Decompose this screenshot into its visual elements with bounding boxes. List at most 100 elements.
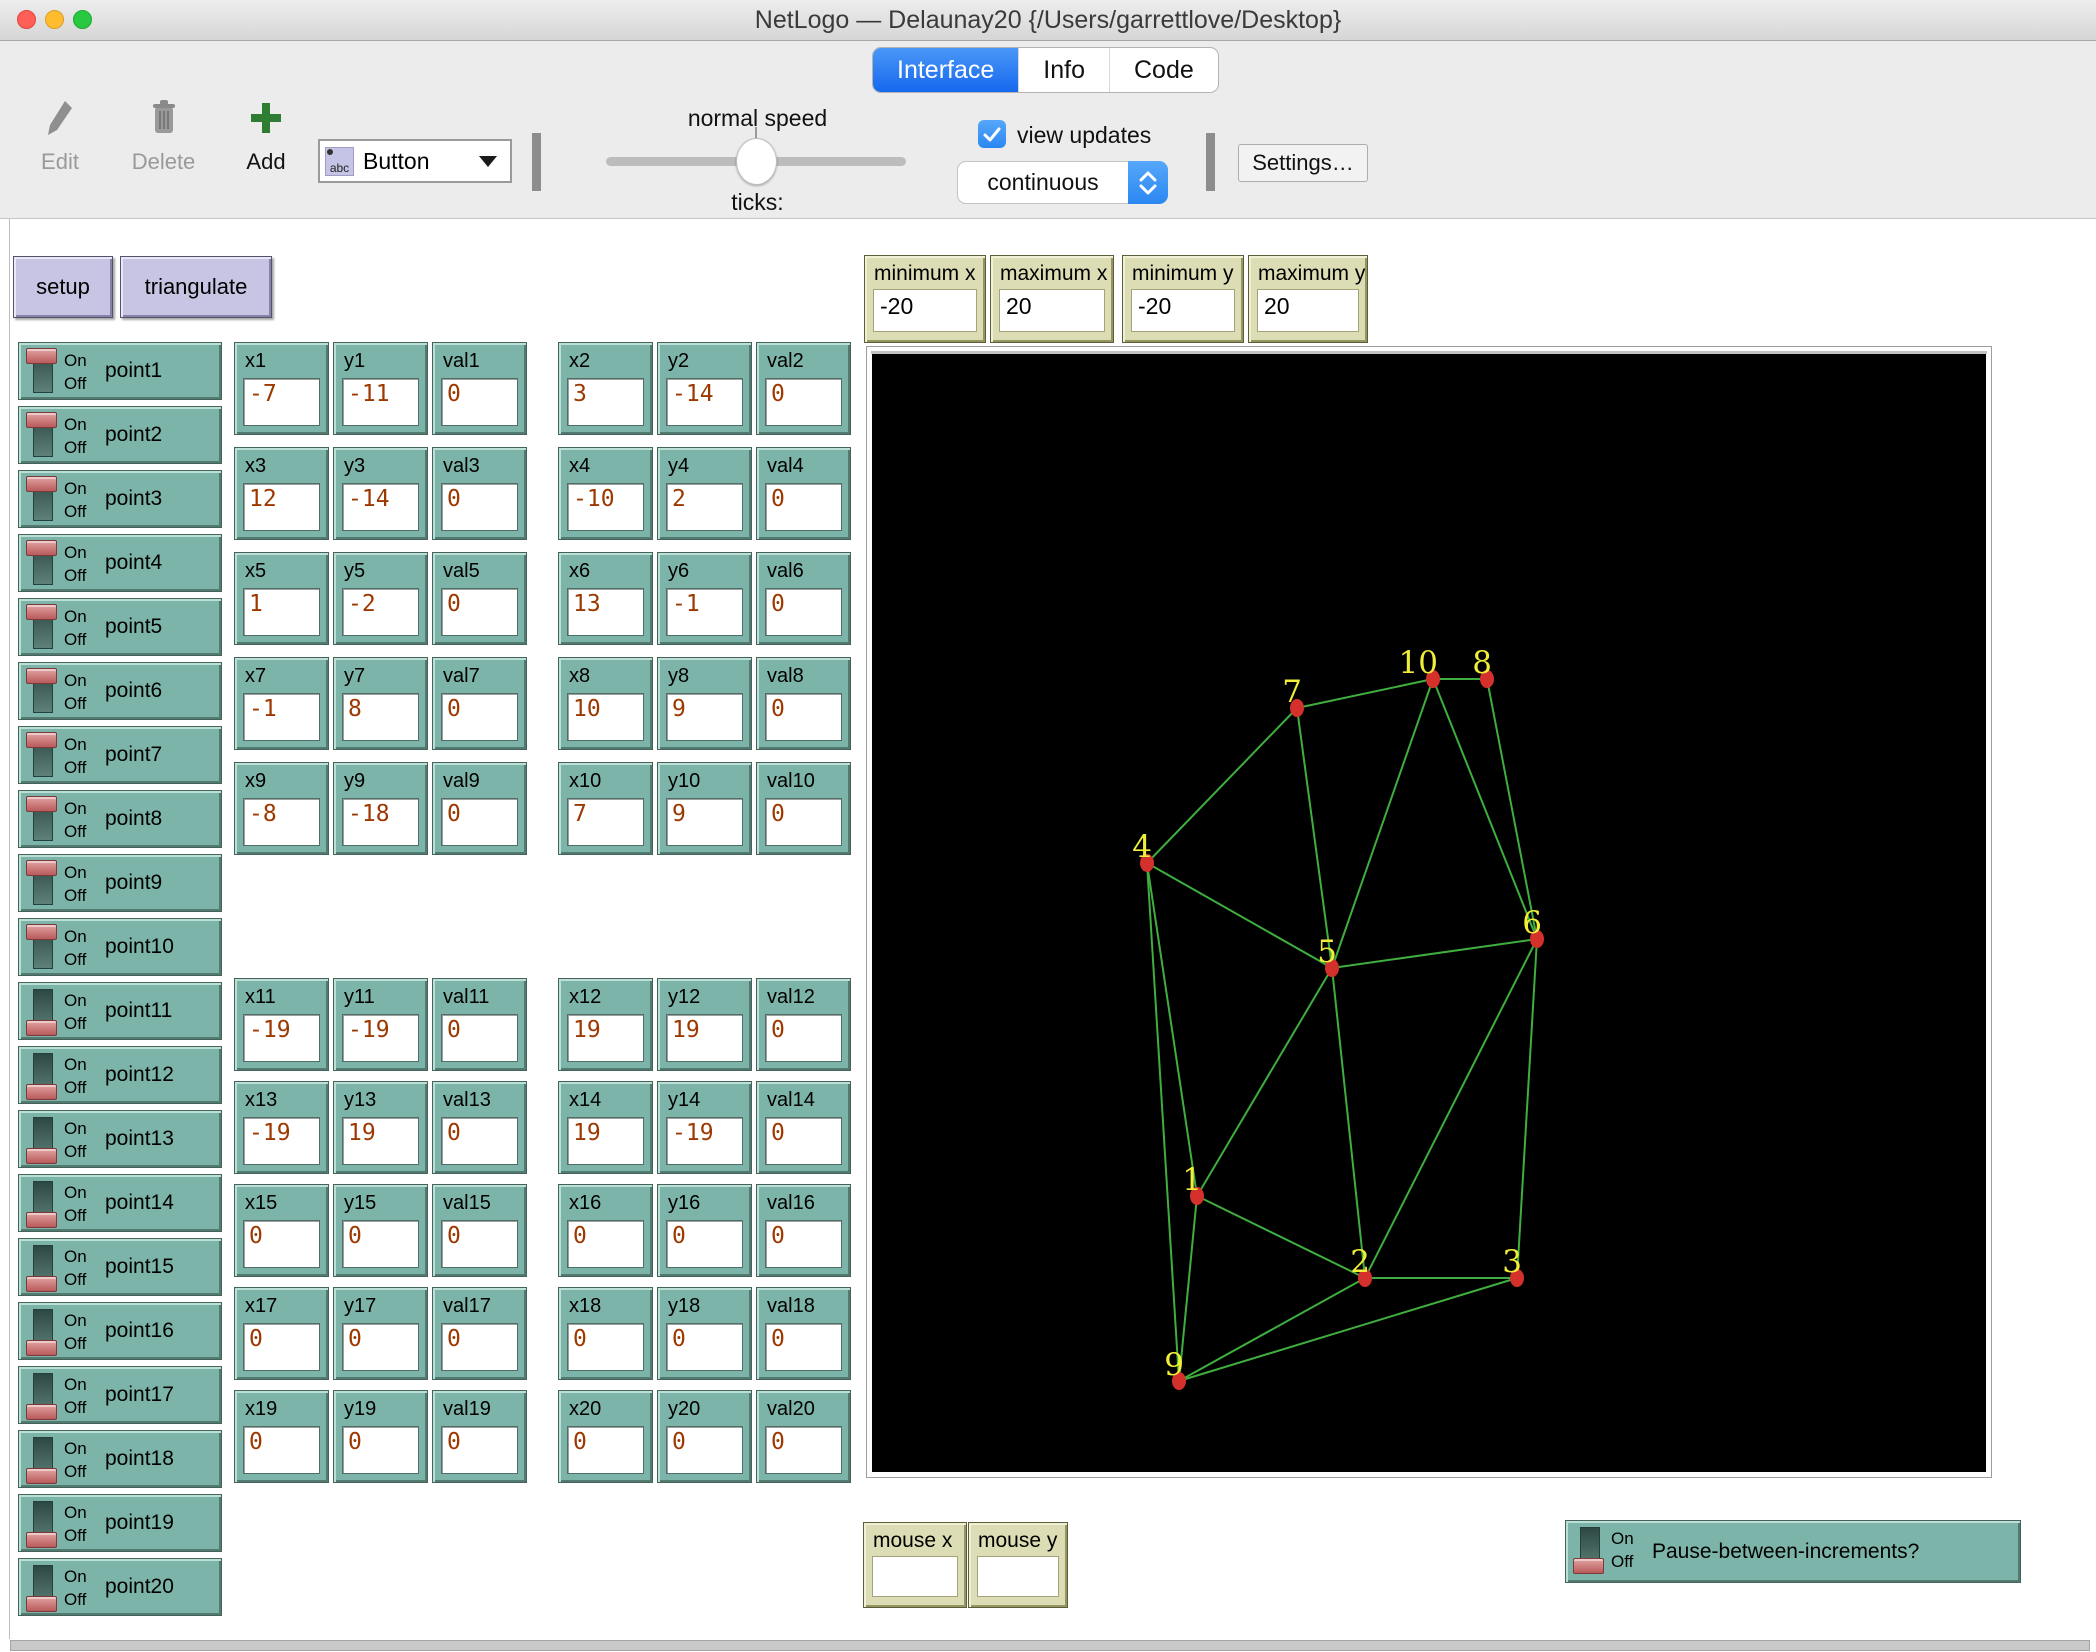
switch-point9[interactable]: OnOffpoint9 <box>18 854 222 912</box>
tab-code[interactable]: Code <box>1109 48 1218 92</box>
update-mode-dropdown[interactable]: continuous <box>957 161 1168 204</box>
input-value-box[interactable]: -14 <box>666 378 743 426</box>
input-value-box[interactable]: 0 <box>666 1323 743 1371</box>
input-value-box[interactable]: -8 <box>243 798 320 846</box>
input-value-box[interactable]: 19 <box>567 1117 644 1165</box>
tab-info[interactable]: Info <box>1018 48 1109 92</box>
input-value-box[interactable]: 0 <box>765 588 842 636</box>
switch-point12[interactable]: OnOffpoint12 <box>18 1046 222 1104</box>
input-value-box[interactable]: 0 <box>567 1323 644 1371</box>
input-value-box[interactable]: 0 <box>441 1014 518 1062</box>
input-value-box[interactable]: 0 <box>441 1426 518 1474</box>
view-updates-checkbox[interactable] <box>978 120 1006 148</box>
input-value-box[interactable]: 2 <box>666 483 743 531</box>
tab-interface[interactable]: Interface <box>873 48 1018 92</box>
input-value-box[interactable]: 0 <box>342 1426 419 1474</box>
switch-knob[interactable] <box>26 1084 57 1100</box>
delete-button[interactable]: Delete <box>116 93 211 175</box>
widget-type-dropdown[interactable]: abc Button <box>318 139 512 183</box>
input-value-box[interactable]: 10 <box>567 693 644 741</box>
input-value-box[interactable]: 0 <box>441 1220 518 1268</box>
input-value-box[interactable]: 0 <box>342 1323 419 1371</box>
input-value-box[interactable]: 0 <box>567 1220 644 1268</box>
input-value-box[interactable]: -2 <box>342 588 419 636</box>
switch-point2[interactable]: OnOffpoint2 <box>18 406 222 464</box>
switch-knob[interactable] <box>26 1212 57 1228</box>
switch-knob[interactable] <box>26 540 57 556</box>
input-value-box[interactable]: 0 <box>666 1220 743 1268</box>
switch-point13[interactable]: OnOffpoint13 <box>18 1110 222 1168</box>
input-value-box[interactable]: 0 <box>441 693 518 741</box>
switch-knob[interactable] <box>26 1404 57 1420</box>
switch-point15[interactable]: OnOffpoint15 <box>18 1238 222 1296</box>
input-value-box[interactable]: -19 <box>243 1117 320 1165</box>
input-value-box[interactable]: 0 <box>765 798 842 846</box>
input-value-box[interactable]: 0 <box>765 1014 842 1062</box>
add-widget-button[interactable]: Add <box>222 93 310 175</box>
switch-point1[interactable]: OnOffpoint1 <box>18 342 222 400</box>
input-value-box[interactable]: 0 <box>441 483 518 531</box>
input-value-box[interactable]: 0 <box>441 588 518 636</box>
input-value-box[interactable]: 0 <box>666 1426 743 1474</box>
input-value-box[interactable]: 0 <box>765 378 842 426</box>
input-value-box[interactable]: -19 <box>342 1014 419 1062</box>
input-value-box[interactable]: -18 <box>342 798 419 846</box>
switch-knob[interactable] <box>26 860 57 876</box>
input-value-box[interactable]: 0 <box>765 1323 842 1371</box>
switch-point6[interactable]: OnOffpoint6 <box>18 662 222 720</box>
input-value-box[interactable]: 19 <box>567 1014 644 1062</box>
input-value-box[interactable]: -10 <box>567 483 644 531</box>
input-value-box[interactable]: 9 <box>666 798 743 846</box>
switch-point18[interactable]: OnOffpoint18 <box>18 1430 222 1488</box>
switch-knob[interactable] <box>26 1148 57 1164</box>
input-value-box[interactable]: -7 <box>243 378 320 426</box>
input-value-box[interactable]: -19 <box>666 1117 743 1165</box>
input-value-box[interactable]: 0 <box>441 378 518 426</box>
input-value-box[interactable]: -11 <box>342 378 419 426</box>
input-value-box[interactable]: 0 <box>243 1426 320 1474</box>
input-value-box[interactable]: 3 <box>567 378 644 426</box>
input-value-box[interactable]: 9 <box>666 693 743 741</box>
edit-button[interactable]: Edit <box>20 93 100 175</box>
switch-knob[interactable] <box>26 1468 57 1484</box>
switch-knob[interactable] <box>26 924 57 940</box>
input-value-box[interactable]: 0 <box>765 1426 842 1474</box>
switch-knob[interactable] <box>26 1340 57 1356</box>
switch-knob[interactable] <box>26 668 57 684</box>
input-value-box[interactable]: 0 <box>765 1117 842 1165</box>
input-value-box[interactable]: 0 <box>243 1323 320 1371</box>
switch-point5[interactable]: OnOffpoint5 <box>18 598 222 656</box>
switch-point16[interactable]: OnOffpoint16 <box>18 1302 222 1360</box>
input-value-box[interactable]: 0 <box>567 1426 644 1474</box>
input-value-box[interactable]: 0 <box>243 1220 320 1268</box>
switch-point19[interactable]: OnOffpoint19 <box>18 1494 222 1552</box>
switch-point17[interactable]: OnOffpoint17 <box>18 1366 222 1424</box>
input-value-box[interactable]: 0 <box>441 1323 518 1371</box>
switch-knob[interactable] <box>26 476 57 492</box>
triangulate-button[interactable]: triangulate <box>120 256 272 318</box>
input-value-box[interactable]: 7 <box>567 798 644 846</box>
switch-point8[interactable]: OnOffpoint8 <box>18 790 222 848</box>
switch-point3[interactable]: OnOffpoint3 <box>18 470 222 528</box>
switch-point4[interactable]: OnOffpoint4 <box>18 534 222 592</box>
switch-knob[interactable] <box>26 1596 57 1612</box>
switch-pause-between-increments[interactable]: OnOffPause-between-increments? <box>1565 1520 2021 1583</box>
switch-knob[interactable] <box>26 604 57 620</box>
switch-point14[interactable]: OnOffpoint14 <box>18 1174 222 1232</box>
switch-point7[interactable]: OnOffpoint7 <box>18 726 222 784</box>
setup-button[interactable]: setup <box>13 256 113 318</box>
switch-knob[interactable] <box>26 412 57 428</box>
switch-point10[interactable]: OnOffpoint10 <box>18 918 222 976</box>
settings-button[interactable]: Settings… <box>1238 144 1368 182</box>
switch-knob[interactable] <box>26 1532 57 1548</box>
switch-point20[interactable]: OnOffpoint20 <box>18 1558 222 1616</box>
switch-knob[interactable] <box>26 1276 57 1292</box>
input-value-box[interactable]: 0 <box>765 483 842 531</box>
input-value-box[interactable]: 0 <box>765 1220 842 1268</box>
input-value-box[interactable]: 0 <box>765 693 842 741</box>
input-value-box[interactable]: 19 <box>666 1014 743 1062</box>
switch-knob[interactable] <box>1573 1558 1604 1574</box>
input-value-box[interactable]: -1 <box>243 693 320 741</box>
input-value-box[interactable]: 19 <box>342 1117 419 1165</box>
input-value-box[interactable]: 0 <box>441 1117 518 1165</box>
